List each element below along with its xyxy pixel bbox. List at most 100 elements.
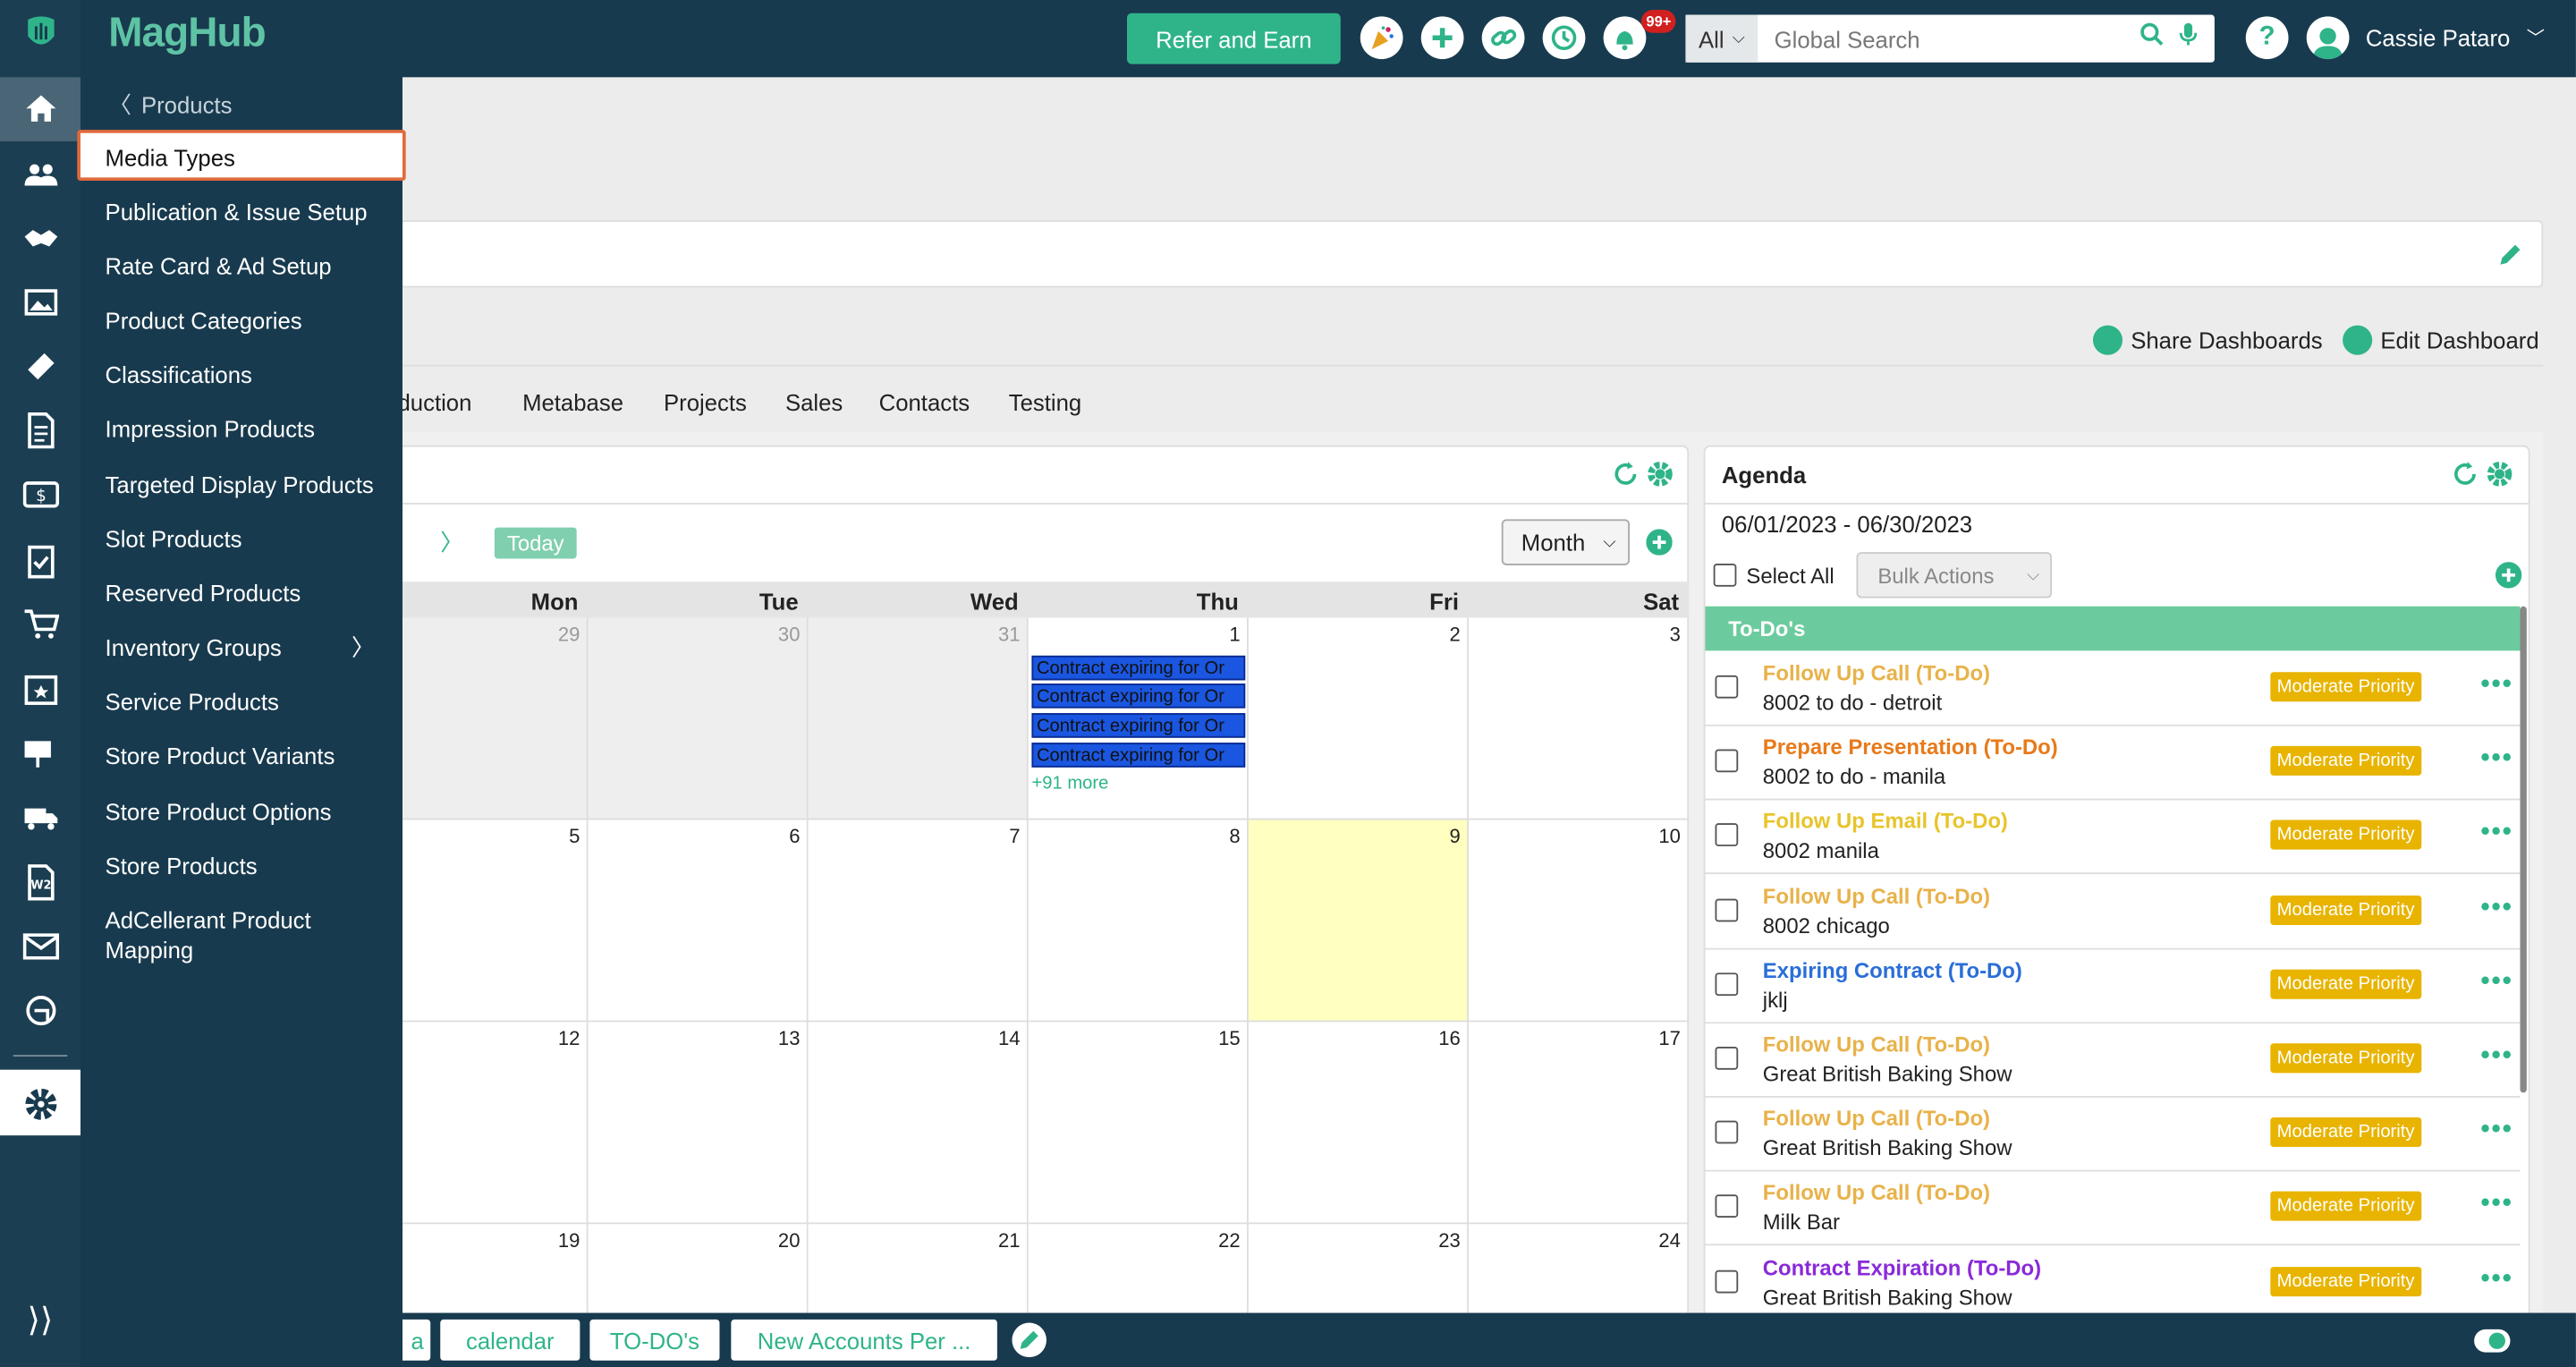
agenda-item-checkbox[interactable] [1715,823,1739,847]
handshake-icon[interactable] [21,218,59,256]
agenda-item-title[interactable]: Contract Expiration (To-Do) [1763,1254,2041,1279]
flyout-item-adcellerant-product-mapping[interactable]: AdCellerant Product Mapping [106,905,388,964]
clipboard-icon[interactable] [21,540,59,578]
refer-and-earn-button[interactable]: Refer and Earn [1126,13,1341,64]
refresh-icon[interactable] [1612,460,1640,496]
agenda-item-title[interactable]: Follow Up Call (To-Do) [1763,1106,1990,1131]
bulk-actions-select[interactable]: Bulk Actions ⌵ [1856,552,2053,599]
party-icon[interactable] [1360,16,1403,60]
agenda-item-title[interactable]: Follow Up Call (To-Do) [1763,1032,1990,1057]
calendar-event[interactable]: Contract expiring for Or [1031,655,1246,681]
add-todo-icon[interactable] [2495,562,2522,597]
today-button[interactable]: Today [494,527,577,559]
tab-production[interactable]: duction [397,389,471,415]
agenda-item[interactable]: Expiring Contract (To-Do) jklj Moderate Pr… [1705,949,2521,1023]
tab-metabase[interactable]: Metabase [522,389,623,415]
flyout-item-store-products[interactable]: Store Products [106,851,388,880]
search-icon[interactable] [2139,21,2165,56]
agenda-item[interactable]: Follow Up Email (To-Do) 8002 manila Modera… [1705,801,2521,875]
agenda-item[interactable]: Follow Up Call (To-Do) Great British Baki… [1705,1023,2521,1098]
chevron-right-icon[interactable]: 〉 [440,526,463,559]
add-event-icon[interactable] [1646,529,1673,564]
calendar-day[interactable]: 15 [1028,1022,1249,1225]
agenda-item-title[interactable]: Prepare Presentation (To-Do) [1763,734,2058,760]
agenda-item-checkbox[interactable] [1715,1194,1739,1218]
flyout-item-media-types[interactable]: Media Types [106,143,388,173]
search-input[interactable]: Global Search [1775,25,2140,51]
search-category-select[interactable]: All ⌵ [1685,14,1758,63]
bottom-tab-todos[interactable]: TO-DO's [589,1319,720,1361]
agenda-item-checkbox[interactable] [1715,675,1739,699]
mailbox-icon[interactable] [21,733,59,770]
agenda-item[interactable]: Prepare Presentation (To-Do) 8002 to do -… [1705,726,2521,801]
agenda-item-title[interactable]: Follow Up Call (To-Do) [1763,883,1990,908]
flyout-item-slot-products[interactable]: Slot Products [106,524,388,554]
tab-sales[interactable]: Sales [785,389,843,415]
flyout-item-impression-products[interactable]: Impression Products [106,414,388,444]
support-icon[interactable] [21,991,59,1029]
pencil-icon[interactable] [2496,240,2525,277]
calendar-day[interactable]: 7 [808,819,1029,1023]
link-icon[interactable] [1481,16,1525,60]
bell-icon[interactable] [1603,16,1647,60]
tab-projects[interactable]: Projects [664,389,747,415]
flyout-back-button[interactable]: 〈 Products [108,89,232,122]
agenda-item[interactable]: Follow Up Call (To-Do) 8002 to do - detro… [1705,652,2521,726]
agenda-item-checkbox[interactable] [1715,1046,1739,1070]
more-options-icon[interactable]: ••• [2480,670,2512,700]
flyout-item-service-products[interactable]: Service Products [106,687,388,717]
more-options-icon[interactable]: ••• [2480,1116,2512,1145]
calendar-day-today[interactable]: 9 [1248,819,1470,1023]
expand-icon[interactable]: ⟩⟩ [21,1302,59,1339]
calendar-day[interactable]: 3 [1469,617,1690,820]
calendar-day[interactable]: 31 [808,617,1029,820]
calendar-day[interactable]: 6 [588,819,809,1023]
contacts-icon[interactable] [21,155,59,192]
agenda-item-title[interactable]: Expiring Contract (To-Do) [1763,957,2022,982]
mail-icon[interactable] [21,927,59,964]
calendar-day[interactable]: 20 [588,1224,809,1323]
flyout-item-store-product-options[interactable]: Store Product Options [106,797,388,827]
calendar-day[interactable]: 24 [1469,1224,1690,1323]
calendar-day[interactable]: 1 Contract expiring for Or Contract expi… [1028,617,1249,820]
flyout-item-store-product-variants[interactable]: Store Product Variants [106,741,388,770]
calendar-day[interactable]: 2 [1248,617,1470,820]
add-icon[interactable] [1420,16,1464,60]
flyout-item-rate-card-ad-setup[interactable]: Rate Card & Ad Setup [106,251,388,281]
calendar-day[interactable]: 13 [588,1022,809,1225]
edit-tabs-icon[interactable] [1012,1322,1046,1366]
calendar-day[interactable]: 23 [1248,1224,1470,1323]
user-menu[interactable]: Cassie Pataro ﹀ [2306,16,2545,60]
agenda-item[interactable]: Contract Expiration (To-Do) Great British… [1705,1246,2521,1320]
settings-icon[interactable] [21,1084,59,1122]
bottom-tab-calendar[interactable]: calendar [440,1319,580,1361]
document-icon[interactable] [21,411,59,448]
calendar-day[interactable]: 30 [588,617,809,820]
more-options-icon[interactable]: ••• [2480,1041,2512,1071]
calendar-day[interactable]: 10 [1469,819,1690,1023]
history-icon[interactable] [1542,16,1586,60]
calendar-day[interactable]: 22 [1028,1224,1249,1323]
agenda-item-checkbox[interactable] [1715,749,1739,773]
flyout-item-inventory-groups[interactable]: Inventory Groups 〉 [106,633,388,662]
agenda-item[interactable]: Follow Up Call (To-Do) 8002 chicago Modera… [1705,875,2521,949]
help-icon[interactable]: ? [2245,16,2289,60]
more-options-icon[interactable]: ••• [2480,819,2512,848]
w2-icon[interactable]: W2 [21,862,59,900]
logo-icon[interactable] [23,13,59,61]
toggle-icon[interactable] [2474,1328,2511,1363]
gear-icon[interactable] [1646,460,1674,496]
ticket-icon[interactable] [21,347,59,385]
view-select[interactable]: Month ⌵ [1501,519,1631,565]
select-all-checkbox[interactable] [1713,563,1737,587]
more-options-icon[interactable]: ••• [2480,1190,2512,1219]
agenda-item-checkbox[interactable] [1715,972,1739,996]
flyout-item-publication-issue-setup[interactable]: Publication & Issue Setup [106,197,388,226]
agenda-item-checkbox[interactable] [1715,897,1739,921]
more-options-icon[interactable]: ••• [2480,1265,2512,1295]
more-options-icon[interactable]: ••• [2480,967,2512,997]
tab-contacts[interactable]: Contacts [879,389,970,415]
home-icon[interactable] [21,89,59,126]
flyout-item-targeted-display-products[interactable]: Targeted Display Products [106,470,388,499]
calendar-event[interactable]: Contract expiring for Or [1031,743,1246,768]
